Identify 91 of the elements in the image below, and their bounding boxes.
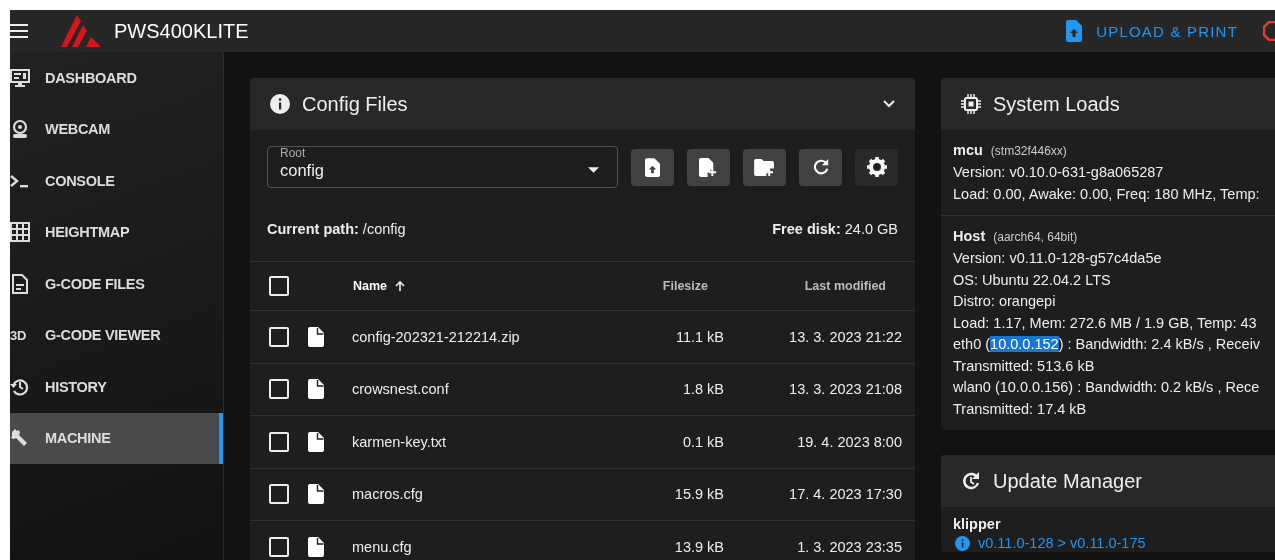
stat-line: wlan0 (10.0.0.156) : Bandwidth: 0.2 kB/s , Rece (953, 378, 1261, 397)
card-title: System Loads (993, 92, 1120, 116)
monitor-icon (10, 67, 30, 88)
select-all-checkbox[interactable] (269, 276, 289, 296)
file-upload-icon (645, 157, 661, 177)
file-name: menu.cfg (352, 538, 413, 555)
stat-line: Version: v0.10.0-631-g8a065287 (953, 163, 1165, 182)
stat-line: eth0 (10.0.0.152) : Bandwidth: 2.4 kB/s , Receiv (953, 335, 1262, 354)
menu-icon[interactable] (10, 24, 28, 38)
root-select[interactable]: Root config (267, 146, 619, 188)
refresh-button[interactable] (799, 148, 843, 186)
chip-icon (961, 94, 981, 114)
file-upload-icon (1066, 20, 1083, 42)
file-size: 11.1 kB (674, 328, 724, 345)
file-icon (308, 379, 324, 400)
file-row[interactable]: crowsnest.conf 1.8 kB 13. 3. 2023 21:08 (250, 362, 915, 415)
stat-line: Transmitted: 513.6 kB (953, 356, 1096, 376)
file-name: karmen-key.txt (352, 433, 447, 450)
device-detail: (aarch64, 64bit) (993, 230, 1078, 244)
column-header[interactable]: Filesize (586, 279, 708, 293)
modified-date: 13. 3. 2023 21:22 (788, 328, 902, 345)
file-size: 15.9 kB (673, 486, 724, 503)
component-name: klipper (953, 516, 1001, 532)
nav-item[interactable]: HEIGHTMAP (10, 206, 223, 258)
refresh-icon (811, 158, 830, 176)
card-title: Update Manager (993, 469, 1142, 493)
nav-item[interactable]: 3D G-CODE VIEWER (10, 309, 223, 361)
upload-print-button[interactable]: UPLOAD & PRINT (1058, 13, 1246, 49)
file-row[interactable]: karmen-key.txt 0.1 kB 19. 4. 2023 8:00 (250, 415, 915, 468)
folder-plus-icon (754, 158, 776, 176)
grid-icon (10, 222, 30, 243)
stat-line: Distro: orangepi (953, 292, 1057, 311)
document-icon (10, 273, 30, 294)
nav-item[interactable]: G-CODE FILES (10, 258, 223, 310)
settings-button[interactable] (855, 148, 898, 186)
upload-file-button[interactable] (631, 148, 675, 186)
file-icon (308, 484, 324, 505)
nav-item[interactable]: WEBCAM (10, 103, 223, 155)
settings-icon (866, 157, 887, 177)
version-link[interactable]: v0.11.0-128 > v0.11.0-175 (978, 535, 1146, 552)
logo-icon (61, 15, 101, 47)
row-checkbox[interactable] (269, 536, 289, 557)
modified-date: 13. 3. 2023 21:08 (788, 381, 902, 398)
app-title: PWS400KLITE (114, 19, 249, 43)
stat-line: Version: v0.11.0-128-g57c4da5e (953, 249, 1163, 268)
row-checkbox[interactable] (269, 379, 289, 400)
file-icon (308, 536, 324, 557)
file-row[interactable]: config-202321-212214.zip 11.1 kB 13. 3. 2023 21:22 (250, 310, 915, 363)
dropdown-arrow-icon (588, 167, 600, 173)
card-title: Config Files (302, 92, 408, 116)
file-icon (308, 326, 324, 347)
nav-item[interactable]: HISTORY (10, 361, 223, 413)
modified-date: 19. 4. 2023 8:00 (796, 433, 902, 450)
file-name: config-202321-212214.zip (352, 328, 521, 345)
device-name: mcu (953, 142, 983, 158)
nav-item[interactable]: MACHINE (10, 412, 223, 464)
wrench-icon (10, 428, 30, 449)
file-size: 13.9 kB (673, 538, 724, 555)
device-detail: (stm32f446xx) (990, 144, 1067, 158)
stat-line: OS: Ubuntu 22.04.2 LTS (953, 270, 1112, 290)
history-icon (10, 376, 30, 397)
column-header[interactable]: Name (353, 279, 586, 293)
file-name: macros.cfg (352, 486, 424, 503)
file-row[interactable]: macros.cfg 15.9 kB 17. 4. 2023 17:30 (250, 467, 915, 520)
current-path: Current path: /config (267, 221, 406, 239)
row-checkbox[interactable] (269, 431, 289, 452)
nav-item[interactable]: DASHBOARD (10, 52, 223, 104)
file-name: crowsnest.conf (352, 381, 450, 398)
stat-line: Load: 0.00, Awake: 0.00, Freq: 180 MHz, Temp: (953, 184, 1261, 204)
row-checkbox[interactable] (269, 326, 289, 347)
new-file-button[interactable] (687, 148, 731, 186)
chevron-icon[interactable] (883, 100, 895, 108)
file-row[interactable]: menu.cfg 13.9 kB 1. 3. 2023 23:35 (250, 520, 915, 560)
column-header[interactable]: Last modified (708, 279, 886, 293)
free-disk: Free disk: 24.0 GB (772, 221, 898, 239)
modified-date: 17. 4. 2023 17:30 (788, 486, 902, 503)
refresh-icon (961, 471, 981, 491)
webcam-icon (10, 119, 30, 140)
file-size: 1.8 kB (681, 381, 724, 398)
row-checkbox[interactable] (269, 484, 289, 505)
file-icon (308, 431, 324, 452)
nav-item[interactable]: CONSOLE (10, 155, 223, 207)
file-plus-icon (699, 157, 719, 177)
info-icon (270, 94, 290, 114)
3d-icon: 3D (10, 327, 30, 343)
device-name: Host (953, 228, 986, 244)
stat-line: Load: 1.17, Mem: 272.6 MB / 1.9 GB, Temp: 43 (953, 313, 1258, 333)
new-folder-button[interactable] (743, 148, 787, 186)
file-size: 0.1 kB (681, 433, 724, 450)
modified-date: 1. 3. 2023 23:35 (796, 538, 902, 555)
stat-line: Transmitted: 17.4 kB (953, 399, 1088, 419)
